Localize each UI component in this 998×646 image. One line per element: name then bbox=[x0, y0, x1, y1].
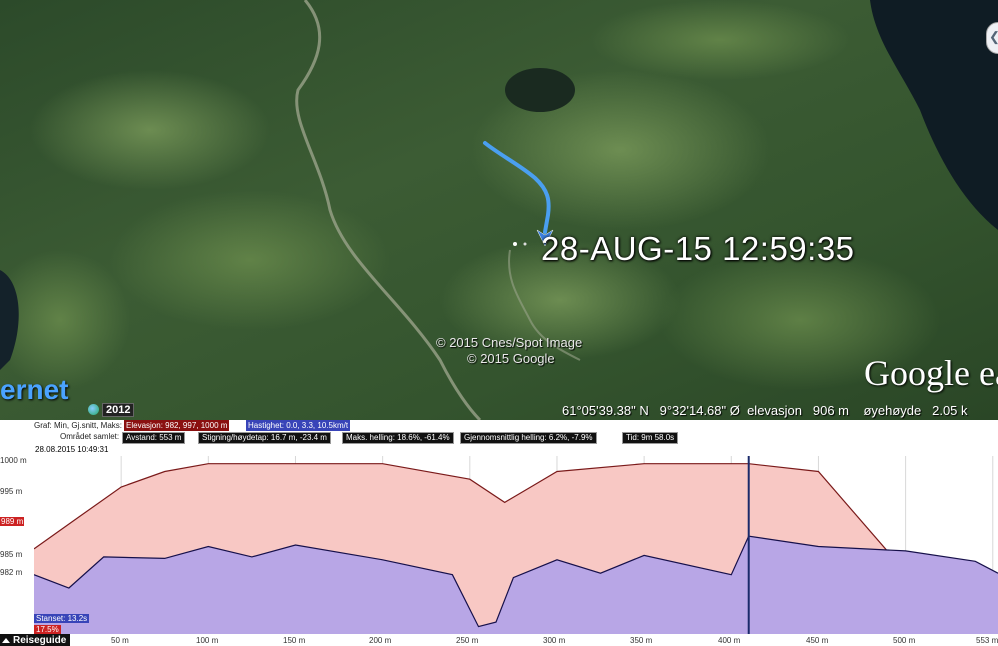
y-label-995: 995 m bbox=[0, 487, 23, 496]
y-label-985: 985 m bbox=[0, 550, 23, 559]
elevation-label: elevasjon bbox=[747, 403, 803, 418]
latitude: 61°05'39.38" N bbox=[562, 403, 649, 418]
navigation-control[interactable]: ❮ bbox=[986, 22, 998, 54]
x-label-300: 300 m bbox=[543, 636, 566, 645]
y-label-989-highlight: 989 m bbox=[0, 517, 25, 526]
elevation-series-toggle[interactable]: Elevasjon: 982, 997, 1000 m bbox=[124, 420, 230, 431]
travel-guide-label: Reiseguide bbox=[13, 634, 67, 646]
travel-guide-tab[interactable]: Reiseguide bbox=[0, 634, 71, 646]
stat-time: Tid: 9m 58.0s bbox=[622, 432, 679, 444]
y-label-982: 982 m bbox=[0, 568, 23, 577]
elevation-value: 906 m bbox=[812, 403, 849, 418]
y-label-1000: 1000 m bbox=[0, 456, 27, 465]
eye-altitude-value: 2.05 k bbox=[932, 403, 968, 418]
google-earth-logo: Google ea bbox=[864, 353, 998, 393]
stat-max-slope: Maks. helling: 18.6%, -61.4% bbox=[342, 432, 454, 444]
x-label-400: 400 m bbox=[718, 636, 741, 645]
track-timestamp: 28-AUG-15 12:59:35 bbox=[541, 230, 855, 267]
eye-altitude-label: øyehøyde bbox=[863, 403, 922, 418]
stat-avg-slope: Gjennomsnittlig helling: 6.2%, -7.9% bbox=[460, 432, 597, 444]
x-label-450: 450 m bbox=[806, 636, 829, 645]
longitude: 9°32'14.68" Ø bbox=[659, 403, 740, 418]
stat-climb: Stigning/høydetap: 16.7 m, -23.4 m bbox=[198, 432, 331, 444]
chevron-left-icon: ❮ bbox=[989, 29, 998, 45]
imagery-year: 2012 bbox=[102, 402, 135, 417]
copyright-line-2: © 2015 Google bbox=[467, 351, 555, 366]
map-place-label: ernet bbox=[0, 374, 69, 405]
x-label-553: 553 m bbox=[976, 636, 998, 645]
imagery-year-badge[interactable]: 2012 bbox=[88, 402, 135, 417]
x-label-150: 150 m bbox=[283, 636, 306, 645]
speed-series-toggle[interactable]: Hastighet: 0.0, 3.3, 10.5km/t bbox=[246, 420, 351, 431]
graph-label: Graf: Min, Gj.snitt, Maks: bbox=[34, 421, 123, 430]
profile-stats: Området samlet: Avstand: 553 m Stigning/… bbox=[0, 432, 998, 444]
x-label-250: 250 m bbox=[456, 636, 479, 645]
stat-distance: Avstand: 553 m bbox=[122, 432, 186, 444]
profile-toolbar: Graf: Min, Gj.snitt, Maks: Elevasjon: 98… bbox=[0, 420, 998, 432]
cursor-date: 28.08.2015 10:49:31 bbox=[34, 445, 110, 454]
status-coordinates: 61°05'39.38" N 9°32'14.68" Ø elevasjon 9… bbox=[562, 403, 968, 418]
x-label-500: 500 m bbox=[893, 636, 916, 645]
x-label-100: 100 m bbox=[196, 636, 219, 645]
historical-imagery-icon bbox=[88, 404, 99, 415]
x-label-350: 350 m bbox=[630, 636, 653, 645]
copyright-line-1: © 2015 Cnes/Spot Image bbox=[436, 335, 583, 350]
slope-percent-badge: 17.5% bbox=[34, 625, 61, 634]
expand-up-icon bbox=[2, 637, 10, 643]
x-label-50: 50 m bbox=[111, 636, 129, 645]
stats-area-label: Området samlet: bbox=[60, 432, 120, 441]
x-label-200: 200 m bbox=[369, 636, 392, 645]
profile-chart[interactable] bbox=[34, 456, 998, 634]
stopped-time-badge: Stanset: 13.2s bbox=[34, 614, 90, 623]
